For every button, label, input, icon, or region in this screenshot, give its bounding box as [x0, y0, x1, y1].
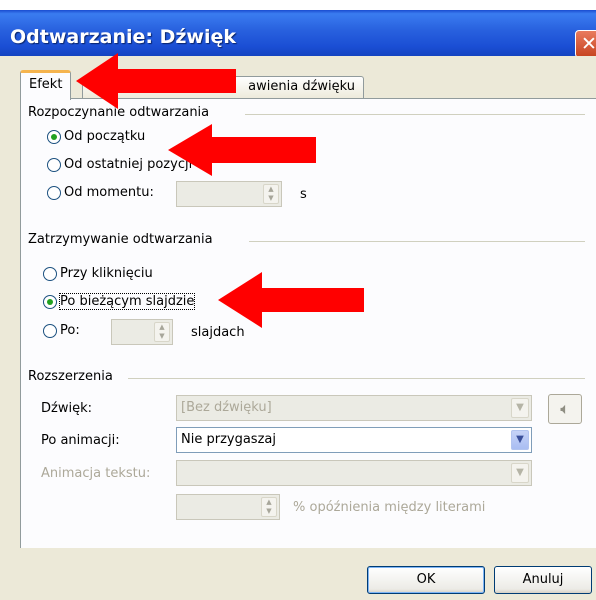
- tab-sound-settings-label: awienia dźwięku: [248, 79, 355, 94]
- spin-arrows-icon[interactable]: ▲ ▼: [263, 184, 279, 204]
- radio-button[interactable]: [47, 157, 61, 172]
- radio-button-checked[interactable]: [43, 294, 57, 309]
- annotation-arrow-stop: [218, 272, 364, 328]
- enhancements-section-label: Rozszerzenia: [28, 369, 113, 384]
- annotation-arrow-start: [168, 124, 316, 176]
- speaker-button[interactable]: 🔈︎: [548, 394, 582, 424]
- annotation-arrow-tab: [76, 53, 236, 109]
- radio-from-time-label: Od momentu:: [64, 185, 154, 200]
- spin-arrows-icon[interactable]: ▲ ▼: [261, 497, 277, 517]
- tab-effect-label: Efekt: [29, 77, 63, 92]
- window-title: Odtwarzanie: Dźwięk: [10, 26, 237, 48]
- ok-button[interactable]: OK: [367, 566, 485, 594]
- radio-button[interactable]: [43, 323, 57, 338]
- radio-from-beginning-label: Od początku: [64, 129, 146, 144]
- radio-on-click[interactable]: Przy kliknięciu: [43, 266, 153, 281]
- start-time-unit: s: [300, 187, 307, 202]
- radio-button-checked[interactable]: [47, 129, 61, 144]
- speaker-icon: 🔈︎: [560, 399, 570, 418]
- radio-on-click-label: Przy kliknięciu: [60, 266, 153, 281]
- chevron-down-icon[interactable]: ▼: [511, 463, 529, 483]
- chevron-down-icon[interactable]: ▼: [511, 398, 529, 418]
- letter-delay-spinner[interactable]: ▲ ▼: [176, 494, 280, 520]
- radio-button[interactable]: [43, 266, 57, 281]
- radio-from-beginning[interactable]: Od początku: [47, 129, 145, 144]
- close-button[interactable]: ✕: [575, 30, 596, 58]
- stop-section-label: Zatrzymywanie odtwarzania: [28, 232, 213, 247]
- text-animation-label: Animacja tekstu:: [41, 466, 151, 481]
- after-animation-label: Po animacji:: [41, 433, 120, 448]
- radio-after-slides-label: Po:: [60, 323, 80, 338]
- enhancements-divider: [128, 378, 585, 379]
- after-animation-value: Nie przygaszaj: [181, 432, 276, 447]
- sound-dropdown[interactable]: [Bez dźwięku] ▼: [176, 395, 532, 421]
- radio-after-current-slide-label: Po bieżącym slajdzie: [58, 293, 196, 310]
- cancel-button[interactable]: Anuluj: [494, 566, 592, 594]
- after-animation-dropdown[interactable]: Nie przygaszaj ▼: [176, 427, 532, 453]
- letter-delay-label: % opóźnienia między literami: [293, 500, 486, 515]
- title-bar: Odtwarzanie: Dźwięk ✕: [0, 0, 596, 58]
- sound-label: Dźwięk:: [41, 401, 92, 416]
- text-animation-dropdown[interactable]: ▼: [176, 460, 532, 486]
- chevron-down-icon[interactable]: ▼: [511, 430, 529, 450]
- radio-after-slides[interactable]: Po:: [43, 323, 80, 338]
- close-icon: ✕: [581, 33, 596, 55]
- radio-button[interactable]: [47, 185, 61, 200]
- radio-from-time[interactable]: Od momentu:: [47, 185, 154, 200]
- stop-section-divider: [249, 241, 585, 242]
- start-time-spinner[interactable]: ▲ ▼: [176, 181, 282, 207]
- sound-value: [Bez dźwięku]: [181, 400, 272, 415]
- spin-arrows-icon[interactable]: ▲ ▼: [154, 322, 170, 342]
- slides-count-spinner[interactable]: ▲ ▼: [111, 319, 173, 345]
- tab-effect[interactable]: Efekt: [20, 70, 72, 100]
- start-section-divider: [245, 114, 585, 115]
- radio-after-current-slide[interactable]: Po bieżącym slajdzie: [43, 293, 196, 310]
